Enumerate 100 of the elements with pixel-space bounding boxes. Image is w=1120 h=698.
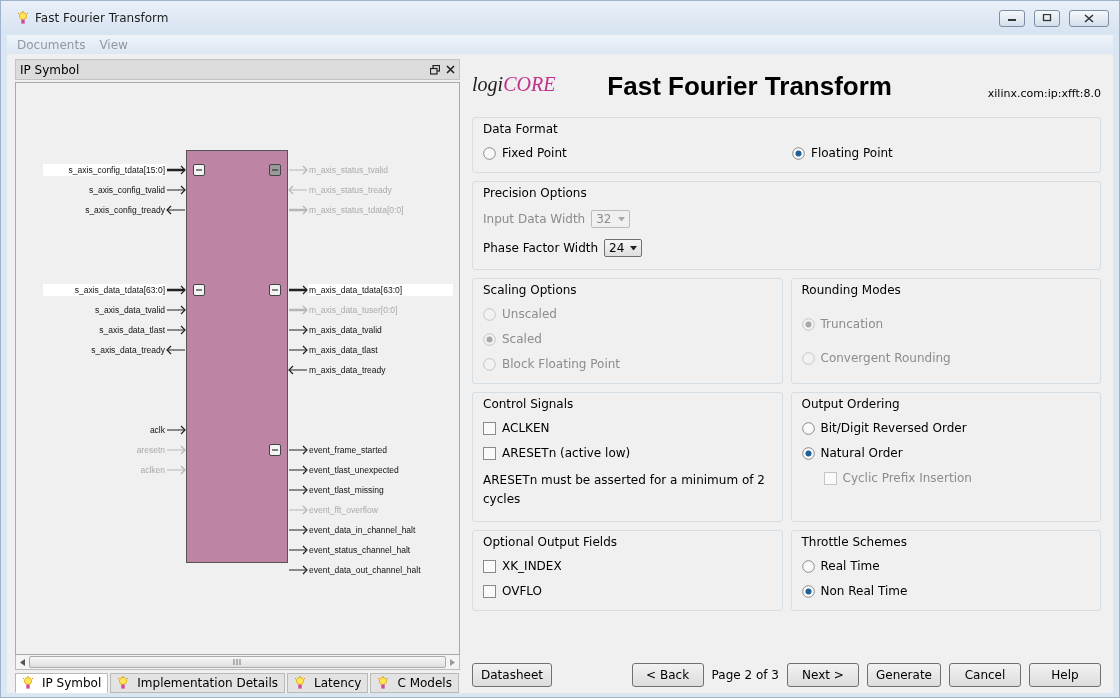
group-title: Optional Output Fields: [483, 535, 618, 549]
pin-label: s_axis_config_tready: [84, 204, 166, 216]
option-label: ARESETn (active low): [502, 446, 631, 460]
pin-label: aresetn: [135, 444, 166, 456]
note-text: ARESETn must be asserted for a minimum of 2 cycles: [483, 472, 766, 508]
pin-label: s_axis_data_tlast: [98, 324, 166, 336]
option-label: Truncation: [820, 317, 884, 331]
pin-label: m_axis_data_tlast: [308, 344, 379, 356]
group-title: Output Ordering: [801, 397, 901, 411]
wizard-button[interactable]: Help: [1029, 663, 1101, 687]
scroll-left-icon[interactable]: [20, 658, 25, 666]
option-label: Convergent Rounding: [820, 351, 951, 365]
radio-button[interactable]: [801, 559, 815, 573]
group-title: Rounding Modes: [801, 283, 902, 297]
option-label: Block Floating Point: [502, 357, 621, 371]
option-label: Fixed Point: [502, 146, 567, 160]
close-icon[interactable]: [446, 65, 455, 74]
option-label: ACLKEN: [502, 421, 550, 435]
option-label: Unscaled: [502, 307, 557, 321]
pin-label: s_axis_data_tdata[63:0]: [43, 284, 166, 296]
grip-icon: [233, 659, 242, 665]
bulb-icon: [17, 11, 29, 25]
collapse-icon[interactable]: [193, 164, 205, 176]
pin-label: m_axis_status_tready: [308, 184, 393, 196]
group-title: Scaling Options: [483, 283, 578, 297]
pin-label: event_data_in_channel_halt: [308, 524, 417, 536]
pin-label: event_tlast_unexpected: [308, 464, 400, 476]
pin-label: m_axis_data_tuser[0:0]: [308, 304, 399, 316]
back-button[interactable]: < Back: [631, 663, 704, 687]
window-title: Fast Fourier Transform: [35, 11, 169, 25]
collapse-icon[interactable]: [193, 284, 205, 296]
option-label: Floating Point: [811, 146, 893, 160]
option-label: XK_INDEX: [502, 559, 562, 573]
version-text: xilinx.com:ip:xfft:8.0: [987, 87, 1101, 100]
logo: logiCORE: [472, 73, 556, 96]
option-label: Scaled: [502, 332, 542, 346]
restore-icon[interactable]: [430, 64, 440, 75]
panel-tab[interactable]: IP Symbol: [15, 673, 109, 693]
panel-tab[interactable]: C Models: [370, 673, 459, 693]
minimize-button[interactable]: [999, 9, 1025, 27]
pin-label: s_axis_data_tvalid: [94, 304, 166, 316]
pin-label: s_axis_config_tvalid: [87, 184, 166, 196]
page-title: Fast Fourier Transform: [607, 71, 892, 102]
page-indicator: Page 2 of 3: [711, 668, 779, 682]
option-label: Real Time: [820, 559, 880, 573]
group-title: Control Signals: [483, 397, 575, 411]
field-label: Phase Factor Width: [483, 241, 599, 255]
option-label: OVFLO: [502, 584, 543, 598]
pin-label: m_axis_status_tdata[0:0]: [308, 204, 405, 216]
collapse-icon[interactable]: [269, 444, 281, 456]
close-icon: [1084, 13, 1094, 23]
panel-tab[interactable]: Latency: [287, 673, 369, 693]
pin-label: aclk: [148, 424, 166, 436]
pin-label: aclken: [139, 464, 166, 476]
caret-icon: [617, 216, 625, 222]
bulb-icon: [22, 676, 34, 690]
pin-label: event_data_out_channel_halt: [308, 564, 422, 576]
pin-label: event_tlast_missing: [308, 484, 385, 496]
pin-label: s_axis_config_tdata[15:0]: [43, 164, 166, 176]
radio-button[interactable]: [801, 421, 815, 435]
bulb-icon: [294, 676, 306, 690]
radio-button[interactable]: [801, 446, 815, 460]
bulb-icon: [377, 676, 390, 690]
wizard-button[interactable]: Cancel: [949, 663, 1021, 687]
pin-label: m_axis_data_tvalid: [308, 324, 383, 336]
pin-label: event_status_channel_halt: [308, 544, 412, 556]
panel-tab[interactable]: Implementation Details: [110, 673, 285, 693]
close-button[interactable]: [1069, 9, 1109, 27]
horizontal-scrollbar[interactable]: [15, 655, 460, 670]
pin-label: s_axis_data_tready: [90, 344, 166, 356]
checkbox[interactable]: [483, 421, 496, 435]
pin-label: event_frame_started: [308, 444, 388, 456]
radio-button[interactable]: [483, 146, 496, 160]
group-title: Data Format: [483, 122, 559, 136]
collapse-icon[interactable]: [269, 284, 281, 296]
panel-title: IP Symbol: [20, 62, 81, 77]
checkbox[interactable]: [483, 446, 496, 460]
maximize-icon: [1042, 14, 1052, 22]
option-label: Bit/Digit Reversed Order: [820, 421, 967, 435]
datasheet-button[interactable]: Datasheet: [472, 663, 552, 687]
option-label: Cyclic Prefix Insertion: [842, 471, 972, 485]
wizard-button[interactable]: Next >: [786, 663, 859, 687]
caret-icon: [630, 245, 638, 251]
maximize-button[interactable]: [1034, 9, 1060, 27]
option-label: Natural Order: [820, 446, 903, 460]
pin-label: event_fft_overflow: [308, 504, 379, 516]
pin-label: m_axis_status_tvalid: [308, 164, 389, 176]
field-label: Input Data Width: [483, 212, 586, 226]
bulb-icon: [117, 676, 130, 690]
radio-button[interactable]: [801, 584, 815, 598]
scroll-right-icon[interactable]: [450, 658, 455, 666]
pin-label: m_axis_data_tready: [308, 364, 387, 376]
checkbox[interactable]: [483, 559, 496, 573]
group-title: Throttle Schemes: [801, 535, 908, 549]
radio-button[interactable]: [792, 146, 805, 160]
width-dropdown[interactable]: 24: [604, 239, 643, 257]
wizard-button[interactable]: Generate: [866, 663, 941, 687]
option-label: Non Real Time: [820, 584, 908, 598]
checkbox[interactable]: [483, 584, 496, 598]
pin-label: m_axis_data_tdata[63:0]: [308, 284, 453, 296]
